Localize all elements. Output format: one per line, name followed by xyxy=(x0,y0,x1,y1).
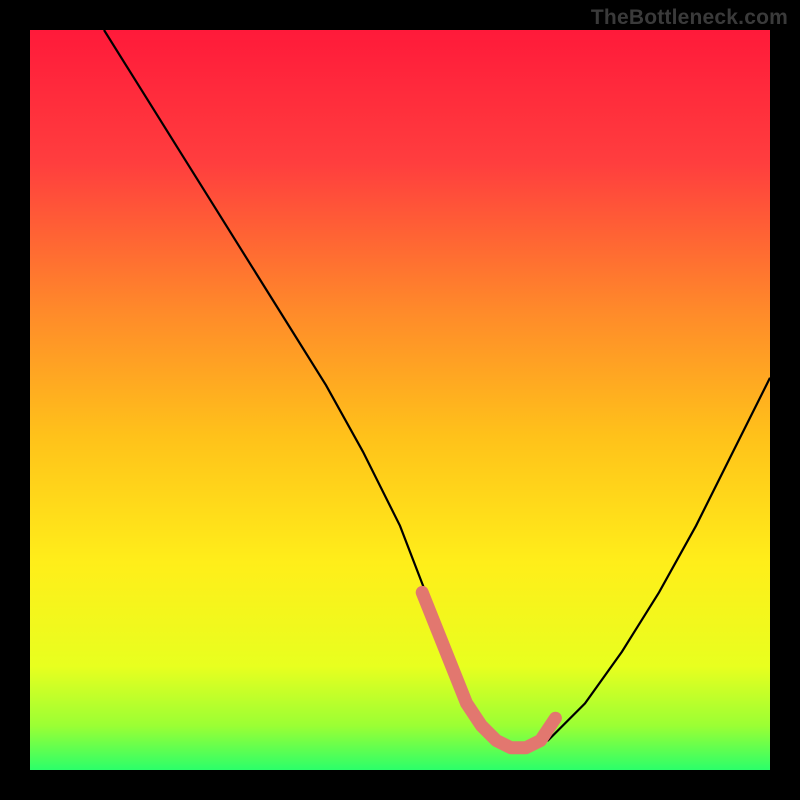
chart-frame: TheBottleneck.com xyxy=(0,0,800,800)
plot-background xyxy=(30,30,770,770)
chart-svg xyxy=(0,0,800,800)
